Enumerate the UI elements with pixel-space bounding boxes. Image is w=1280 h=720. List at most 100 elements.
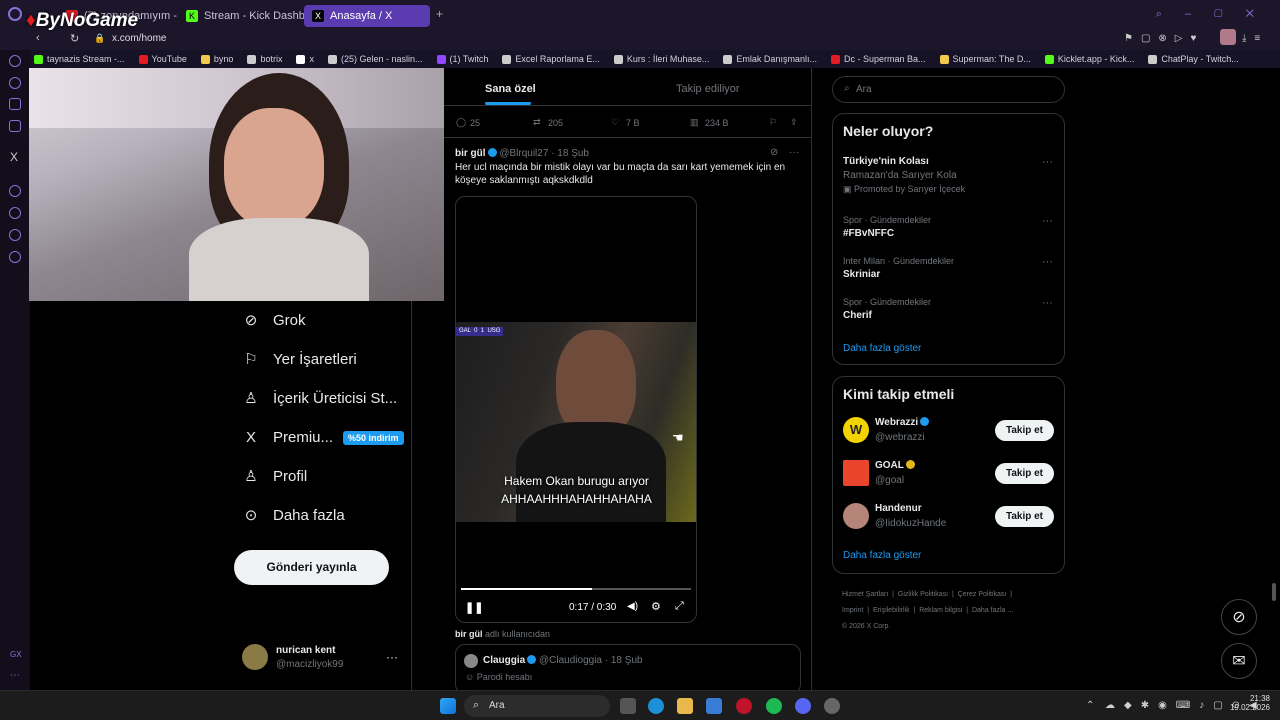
search-bar[interactable]: ⌕ Ara xyxy=(832,76,1065,103)
spotify-icon[interactable] xyxy=(766,698,782,714)
nav-item-profil[interactable]: ♙ Profil xyxy=(243,468,307,485)
bookmark-item[interactable]: Excel Raporlama E... xyxy=(502,54,600,64)
bookmark-item[interactable]: YouTube xyxy=(138,54,187,64)
store-icon[interactable] xyxy=(706,698,722,714)
reload-icon[interactable]: ↻ xyxy=(70,32,79,45)
profile-avatar[interactable] xyxy=(1220,29,1236,45)
tweet-more-icon[interactable]: ··· xyxy=(789,147,799,158)
footer-link[interactable]: Daha fazla ... xyxy=(972,607,1013,614)
footer-link[interactable]: Imprint xyxy=(842,607,863,614)
follow-suggestion[interactable]: GOAL @goal xyxy=(843,458,993,488)
more-icon[interactable]: ⋯ xyxy=(10,670,20,681)
repost-icon[interactable]: ⇄ xyxy=(533,117,541,128)
x-app-icon[interactable]: X xyxy=(10,150,18,164)
video-player[interactable]: GAL 0 1 USG Hakem Okan burugu arıyor AHH… xyxy=(455,196,697,623)
taskbar-search[interactable]: ⌕ Ara xyxy=(464,695,610,717)
bookmark-item[interactable]: ChatPlay - Twitch... xyxy=(1148,54,1239,64)
instagram-icon[interactable] xyxy=(9,98,21,110)
account-more-icon[interactable]: ··· xyxy=(386,650,398,664)
views-icon[interactable]: ▥ xyxy=(690,117,699,128)
nav-item-grok[interactable]: ⊘ Grok xyxy=(243,312,306,329)
search-input[interactable]: Ara xyxy=(856,84,872,95)
follow-suggestion[interactable]: Handenur @IidokuzHande xyxy=(843,501,993,531)
tweet-author[interactable]: bir gül xyxy=(455,148,486,159)
tab-for-you[interactable]: Sana özel xyxy=(485,83,536,95)
nav-item-daha-fazla[interactable]: ⊙ Daha fazla xyxy=(243,507,345,524)
tab-following[interactable]: Takip ediliyor xyxy=(676,83,740,95)
grok-icon[interactable]: ⊘ xyxy=(770,147,778,158)
messenger-icon[interactable] xyxy=(9,77,21,89)
bookmark-item[interactable]: Superman: The D... xyxy=(939,54,1031,64)
task-view-icon[interactable] xyxy=(620,698,636,714)
history-icon[interactable] xyxy=(9,207,21,219)
grok-fab-icon[interactable]: ⊘ xyxy=(1221,599,1257,635)
follow-button[interactable]: Takip et xyxy=(995,420,1054,441)
reply-icon[interactable]: ◯ xyxy=(456,117,466,128)
messages-fab-icon[interactable]: ✉ xyxy=(1221,643,1257,679)
footer-link[interactable]: Gizlilik Politikası xyxy=(898,591,948,598)
bookmark-item[interactable]: (1) Twitch xyxy=(436,54,488,64)
gx-icon[interactable]: GX xyxy=(10,650,22,659)
tab-x-home[interactable]: X Anasayfa / X xyxy=(304,5,430,27)
trend-more-icon[interactable]: ··· xyxy=(1042,256,1053,268)
obs-icon[interactable] xyxy=(824,698,840,714)
video-progress-track[interactable] xyxy=(461,588,691,590)
bookmark-item[interactable]: Kicklet.app - Kick... xyxy=(1044,54,1134,64)
mail-icon[interactable] xyxy=(9,120,21,132)
scrollbar-thumb[interactable] xyxy=(1272,583,1276,601)
menu-icons[interactable]: ⤓≡ xyxy=(1242,33,1268,44)
bookmark-item[interactable]: (25) Gelen - naslin... xyxy=(327,54,423,64)
trend-item[interactable]: Spor · Gündemdekiler #FBvNFFC ··· xyxy=(843,215,1053,239)
player-icon[interactable] xyxy=(9,185,21,197)
home-icon[interactable] xyxy=(9,55,21,67)
bookmark-item[interactable]: Dc - Superman Ba... xyxy=(830,54,926,64)
trend-item[interactable]: Spor · Gündemdekiler Cherif ··· xyxy=(843,297,1053,321)
bookmark-icon[interactable]: ⚐ xyxy=(769,117,777,128)
tab-kick[interactable]: K Stream - Kick Dashboard xyxy=(178,5,304,27)
toolbar-icons[interactable]: ⚑▢⊗▷♥ xyxy=(1124,33,1204,44)
search-input[interactable]: Ara xyxy=(489,700,505,711)
opera-gx-icon[interactable] xyxy=(736,698,752,714)
tweet-handle[interactable]: @Blrquil27 xyxy=(499,148,548,159)
footer-link[interactable]: Reklam bilgisi xyxy=(919,607,962,614)
opera-logo-icon[interactable] xyxy=(8,7,22,21)
quote-author[interactable]: Clauggia xyxy=(483,655,525,666)
nav-item-yer-i-şaretleri[interactable]: ⚐ Yer İşaretleri xyxy=(243,351,356,368)
discord-icon[interactable] xyxy=(795,698,811,714)
follow-button[interactable]: Takip et xyxy=(995,506,1054,527)
nav-item-i-çerik-üreticisi-st-[interactable]: ♙ İçerik Üreticisi St... xyxy=(243,390,397,407)
nav-item-premiu-[interactable]: X Premiu... %50 indirim xyxy=(243,429,404,446)
settings-icon[interactable]: ⚙ xyxy=(651,600,661,613)
bookmark-item[interactable]: x xyxy=(296,54,314,64)
clock[interactable]: 21:38 19.02.2026 xyxy=(1222,694,1270,712)
bookmark-item[interactable]: byno xyxy=(200,54,233,64)
bookmark-item[interactable]: Kurs : İleri Muhase... xyxy=(613,54,709,64)
bookmark-item[interactable]: botrix xyxy=(247,54,282,64)
bookmark-item[interactable]: Emlak Danışmanlı... xyxy=(723,54,817,64)
trend-item[interactable]: Inter Milan · Gündemdekiler Skriniar ··· xyxy=(843,256,1053,280)
bookmark-item[interactable]: taynazis Stream -... xyxy=(34,54,125,64)
extensions-icon[interactable] xyxy=(9,229,21,241)
follow-button[interactable]: Takip et xyxy=(995,463,1054,484)
footer-link[interactable]: Erişilebilirlik xyxy=(873,607,910,614)
pause-icon[interactable]: ❚❚ xyxy=(465,601,483,614)
like-icon[interactable]: ♡ xyxy=(611,117,619,128)
trend-more-icon[interactable]: ··· xyxy=(1042,156,1053,168)
footer-link[interactable]: Çerez Politikası xyxy=(958,591,1007,598)
trend-more-icon[interactable]: ··· xyxy=(1042,215,1053,227)
edge-icon[interactable] xyxy=(648,698,664,714)
show-more-link[interactable]: Daha fazla göster xyxy=(843,343,921,354)
footer-link[interactable]: Hizmet Şartları xyxy=(842,591,888,598)
file-explorer-icon[interactable] xyxy=(677,698,693,714)
tweet-date[interactable]: · 18 Şub xyxy=(551,148,589,159)
avatar[interactable] xyxy=(242,644,268,670)
quoted-tweet[interactable]: Clauggia @Claudioggia · 18 Şub ☺ Parodi … xyxy=(455,644,801,694)
post-button[interactable]: Gönderi yayınla xyxy=(234,550,389,585)
settings-icon[interactable] xyxy=(9,251,21,263)
trend-more-icon[interactable]: ··· xyxy=(1042,297,1053,309)
new-tab-button[interactable]: + xyxy=(436,7,443,21)
back-icon[interactable]: ‹ xyxy=(36,32,40,44)
follow-suggestion[interactable]: W Webrazzi @webrazzi xyxy=(843,415,993,445)
volume-icon[interactable]: ◀) xyxy=(627,601,638,612)
trend-item[interactable]: Türkiye'nin Kolası Ramazan'da Sarıyer Ko… xyxy=(843,156,1053,195)
